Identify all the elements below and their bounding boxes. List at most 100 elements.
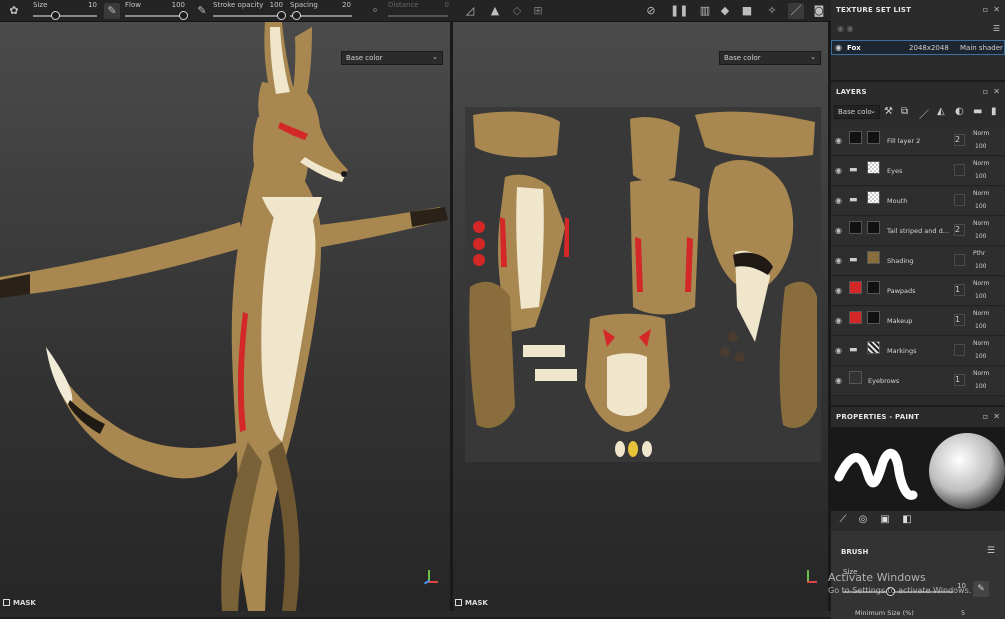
layer-opacity[interactable]: 100 xyxy=(975,383,986,390)
eye-icon[interactable]: ◉ xyxy=(835,346,842,355)
popout-icon[interactable]: ▫ xyxy=(983,412,988,421)
mask-toggle-3d[interactable]: MASK xyxy=(3,599,36,607)
eye-icon[interactable]: ◉ xyxy=(835,376,842,385)
distance-value[interactable]: 0 xyxy=(429,1,449,9)
layer-row-eyes[interactable]: ◉ ▬ Eyes Norm 100 xyxy=(831,157,1005,186)
popout-icon[interactable]: ▫ xyxy=(983,87,988,96)
spacing-slider-handle[interactable] xyxy=(292,11,301,20)
blend-mode[interactable]: Norm xyxy=(973,160,989,167)
mirror-icon[interactable]: ▲ xyxy=(487,3,503,19)
symmetry-icon[interactable]: ◿ xyxy=(462,3,478,19)
brush-tab-icon[interactable]: ⟋ xyxy=(835,514,851,528)
layer-row-pawpads[interactable]: ◉ Pawpads 1 Norm 100 xyxy=(831,277,1005,306)
add-effect-icon[interactable]: ⚒ xyxy=(884,106,893,117)
close-icon[interactable]: ✕ xyxy=(993,5,1000,14)
stencil-tab-icon[interactable]: ▣ xyxy=(877,514,893,528)
stroke-opacity-value[interactable]: 100 xyxy=(263,1,283,9)
viewport-3d[interactable]: Base color ⌄ xyxy=(0,22,450,611)
hide-icon[interactable]: ⊘ xyxy=(643,3,659,19)
eye-icon[interactable]: ◉ xyxy=(835,166,842,175)
display-3d-icon[interactable]: ◆ xyxy=(717,3,733,19)
blend-mode[interactable]: Norm xyxy=(973,220,989,227)
flow-value[interactable]: 100 xyxy=(165,1,185,9)
symmetry-settings-icon[interactable]: ⊞ xyxy=(530,3,546,19)
split-view-icon[interactable]: ▥ xyxy=(697,3,713,19)
blend-mode[interactable]: Norm xyxy=(973,190,989,197)
layer-row-mouth[interactable]: ◉ ▬ Mouth Norm 100 xyxy=(831,187,1005,216)
panel-controls[interactable]: ▫ ✕ xyxy=(983,412,1000,421)
paint-tool-icon[interactable]: ／ xyxy=(788,3,804,19)
layer-row-shading[interactable]: ◉ ▬ Shading Pthr 100 xyxy=(831,247,1005,276)
popout-icon[interactable]: ▫ xyxy=(983,5,988,14)
layers-channel-select[interactable]: Base colo ⌄ xyxy=(834,105,880,119)
blend-mode[interactable]: Pthr xyxy=(973,250,985,257)
eye-icon[interactable]: ◉ xyxy=(835,316,842,325)
close-icon[interactable]: ✕ xyxy=(993,412,1000,421)
pen-pressure-icon[interactable]: ✎ xyxy=(973,581,989,597)
add-smart-material-icon[interactable]: ◐ xyxy=(955,106,964,117)
layer-row-makeup[interactable]: ◉ Makeup 1 Norm 100 xyxy=(831,307,1005,336)
screenshot-icon[interactable]: ◙ xyxy=(811,3,827,19)
layer-opacity[interactable]: 100 xyxy=(975,293,986,300)
eye-icon[interactable]: ◉ xyxy=(835,286,842,295)
visibility-all-icon[interactable]: ◉ ◉ xyxy=(837,24,854,33)
layer-row-tail-striped[interactable]: ◉ Tail striped and d... 2 Norm 100 xyxy=(831,217,1005,246)
layer-opacity[interactable]: 100 xyxy=(975,173,986,180)
layer-opacity[interactable]: 100 xyxy=(975,323,986,330)
distance-slider[interactable] xyxy=(388,15,448,17)
layer-row-markings[interactable]: ◉ ▬ Markings Norm 100 xyxy=(831,337,1005,366)
material-tab-icon[interactable]: ◧ xyxy=(899,514,915,528)
pause-icon[interactable]: ❚❚ xyxy=(670,3,688,19)
panel-controls[interactable]: ▫ ✕ xyxy=(983,87,1000,96)
eye-icon[interactable]: ◉ xyxy=(835,43,842,52)
mask-toggle-2d[interactable]: MASK xyxy=(455,599,488,607)
layer-opacity[interactable]: 100 xyxy=(975,203,986,210)
size-pen-pressure-icon[interactable]: ✎ xyxy=(104,3,120,19)
eye-icon[interactable]: ◉ xyxy=(835,196,842,205)
symmetry-mode-icon[interactable]: ◇ xyxy=(509,3,525,19)
layer-opacity[interactable]: 100 xyxy=(975,353,986,360)
blend-mode[interactable]: Norm xyxy=(973,370,989,377)
size-slider-handle[interactable] xyxy=(51,11,60,20)
layer-opacity[interactable]: 100 xyxy=(975,263,986,270)
stroke-opacity-slider[interactable] xyxy=(213,15,283,17)
close-icon[interactable]: ✕ xyxy=(993,87,1000,96)
layer-row-eyebrows[interactable]: ◉ Eyebrows 1 Norm 100 xyxy=(831,367,1005,396)
eye-icon[interactable]: ◉ xyxy=(835,136,842,145)
blend-mode[interactable]: Norm xyxy=(973,130,989,137)
menu-icon[interactable]: ☰ xyxy=(993,24,1000,33)
add-paint-layer-icon[interactable]: ／ xyxy=(919,106,929,121)
blend-mode[interactable]: Norm xyxy=(973,340,989,347)
environment-icon[interactable]: ✧ xyxy=(764,3,780,19)
delete-layer-icon[interactable]: ▮ xyxy=(991,106,997,117)
alpha-tab-icon[interactable]: ◎ xyxy=(855,514,871,528)
viewport-2d-channel-select[interactable]: Base color ⌄ xyxy=(719,51,821,65)
flow-pen-pressure-icon[interactable]: ✎ xyxy=(194,3,210,19)
stroke-opacity-slider-handle[interactable] xyxy=(277,11,286,20)
minimum-size-value[interactable]: 5 xyxy=(961,609,965,617)
eye-icon[interactable]: ◉ xyxy=(835,226,842,235)
viewport-3d-channel-select[interactable]: Base color ⌄ xyxy=(341,51,443,65)
flow-slider[interactable] xyxy=(125,15,185,17)
panel-controls[interactable]: ▫ ✕ xyxy=(983,5,1000,14)
size-value[interactable]: 10 xyxy=(77,1,97,9)
texture-set-row[interactable]: ◉ Fox 2048x2048 Main shader xyxy=(831,40,1005,55)
brush-settings-icon[interactable]: ✿ xyxy=(6,3,22,19)
layer-opacity[interactable]: 100 xyxy=(975,233,986,240)
texture-set-shader[interactable]: Main shader xyxy=(960,44,1003,52)
spacing-value[interactable]: 20 xyxy=(331,1,351,9)
brush-menu-icon[interactable]: ☰ xyxy=(987,546,995,556)
blend-mode[interactable]: Norm xyxy=(973,310,989,317)
lazy-mouse-icon[interactable]: ⚬ xyxy=(367,3,383,19)
eye-icon[interactable]: ◉ xyxy=(835,256,842,265)
camera-icon[interactable]: ■ xyxy=(739,3,755,19)
size-slider[interactable] xyxy=(33,15,97,17)
layer-row-fill-layer-2[interactable]: ◉ Fill layer 2 2 Norm 100 xyxy=(831,127,1005,156)
add-mask-icon[interactable]: ⧉ xyxy=(901,106,908,117)
layer-opacity[interactable]: 100 xyxy=(975,143,986,150)
add-fill-layer-icon[interactable]: ◭ xyxy=(937,106,945,117)
blend-mode[interactable]: Norm xyxy=(973,280,989,287)
texture-set-resolution[interactable]: 2048x2048 xyxy=(909,44,949,52)
flow-slider-handle[interactable] xyxy=(179,11,188,20)
add-folder-icon[interactable]: ▬ xyxy=(973,106,982,117)
